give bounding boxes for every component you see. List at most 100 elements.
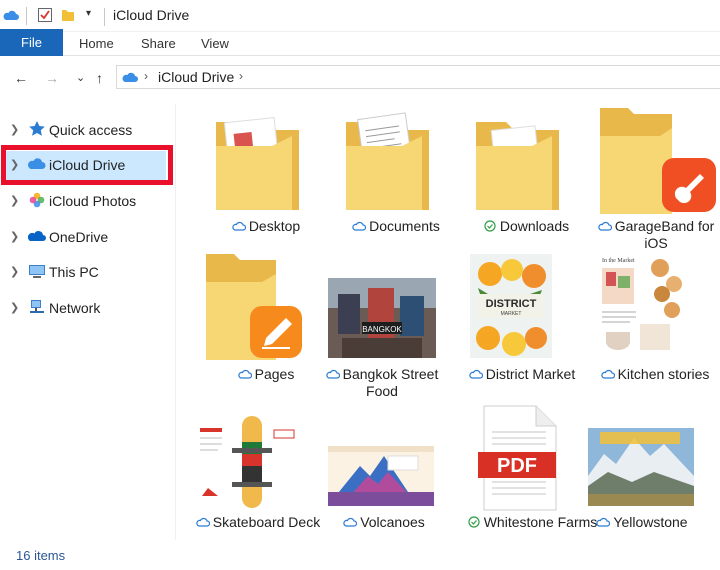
folder-icon: PDF	[476, 122, 559, 210]
cloud-status-icon	[600, 369, 615, 379]
cloud-status-icon	[237, 369, 252, 379]
file-item-bangkok-street-food[interactable]: BANGKOK Bangkok Street Food	[325, 254, 448, 404]
cloud-status-icon	[352, 221, 367, 231]
tab-share[interactable]: Share	[141, 36, 176, 51]
tab-view[interactable]: View	[201, 36, 229, 51]
photo-thumbnail: BANGKOK	[328, 278, 436, 358]
back-arrow-icon[interactable]: ←	[14, 70, 28, 86]
pages-app-icon	[250, 306, 302, 358]
sidebar-item-label: This PC	[49, 264, 99, 280]
folder-icon	[346, 112, 429, 210]
photos-icon	[29, 192, 45, 208]
expand-chevron-icon[interactable]: ❯	[10, 158, 19, 171]
sidebar-item-this-pc[interactable]: ❯ This PC	[0, 255, 176, 289]
ribbon: File Home Share View	[0, 29, 720, 56]
file-name: Volcanoes	[318, 514, 450, 531]
sidebar-item-network[interactable]: ❯ Network	[0, 291, 176, 325]
cloud-status-icon	[597, 221, 612, 231]
file-item-pages[interactable]: Pages	[206, 254, 326, 404]
breadcrumb-icloud-drive[interactable]: iCloud Drive	[158, 69, 234, 85]
folder-icon	[216, 117, 299, 210]
expand-chevron-icon[interactable]: ❯	[10, 123, 19, 136]
file-view: Desktop Documents PDF Downloads	[176, 100, 720, 540]
sidebar-item-onedrive[interactable]: ❯ OneDrive	[0, 220, 176, 254]
sidebar-item-label: OneDrive	[49, 229, 109, 245]
icloud-app-icon[interactable]	[2, 7, 20, 25]
cloud-status-icon	[343, 517, 358, 527]
file-name: Kitchen stories	[582, 366, 720, 383]
document-thumbnail: In the Market	[596, 254, 684, 358]
photo-thumbnail: DISTRICT MARKET	[470, 254, 552, 358]
file-name: Skateboard Deck	[192, 514, 324, 531]
synced-check-icon	[468, 516, 480, 528]
expand-chevron-icon[interactable]: ❯	[10, 230, 19, 243]
svg-text:DISTRICT: DISTRICT	[486, 298, 537, 310]
svg-text:In the Market: In the Market	[602, 258, 635, 264]
pdf-icon: PDF	[478, 405, 557, 511]
breadcrumb-chevron-icon-2[interactable]: ›	[239, 69, 243, 83]
file-item-skateboard-deck[interactable]: Skateboard Deck	[196, 402, 320, 552]
file-item-district-market[interactable]: DISTRICT MARKET District Market	[469, 254, 590, 404]
file-item-documents[interactable]: Documents	[336, 106, 456, 256]
cloud-status-icon	[469, 369, 483, 379]
file-name: Documents	[330, 218, 462, 235]
file-name: Bangkok Street Food	[316, 366, 448, 400]
network-icon	[30, 300, 44, 313]
file-item-downloads[interactable]: PDF Downloads	[466, 106, 586, 256]
document-thumbnail	[328, 446, 434, 506]
document-thumbnail	[198, 416, 298, 508]
item-count: 16 items	[16, 548, 66, 563]
title-separator	[26, 7, 27, 25]
file-name: Yellowstone	[576, 514, 708, 531]
photo-thumbnail	[588, 428, 694, 506]
file-name: GarageBand for iOS	[590, 218, 720, 252]
navigation-pane: ❯ Quick access ❯ iCloud Drive ❯ iCloud P…	[0, 104, 176, 540]
sidebar-item-label: iCloud Drive	[49, 157, 126, 173]
file-item-desktop[interactable]: Desktop	[206, 106, 326, 256]
title-separator-2	[104, 8, 105, 26]
file-item-volcanoes[interactable]: Volcanoes	[328, 402, 448, 552]
expand-chevron-icon[interactable]: ❯	[10, 301, 19, 314]
star-icon	[29, 121, 45, 136]
sidebar-item-icloud-drive[interactable]: ❯ iCloud Drive	[0, 148, 176, 182]
onedrive-cloud-icon	[28, 231, 46, 241]
file-item-yellowstone[interactable]: Yellowstone	[588, 402, 708, 552]
cloud-status-icon	[325, 369, 340, 379]
window-title: iCloud Drive	[113, 7, 190, 23]
expand-chevron-icon[interactable]: ❯	[10, 194, 19, 207]
breadcrumb-chevron-icon[interactable]: ›	[144, 69, 148, 83]
file-name: District Market	[452, 366, 592, 383]
file-item-whitestone-farms[interactable]: PDF Whitestone Farms	[466, 402, 597, 552]
svg-text:BANGKOK: BANGKOK	[362, 325, 402, 334]
forward-arrow-icon[interactable]: →	[45, 70, 59, 86]
file-name: Pages	[200, 366, 332, 383]
quick-access-toolbar-dropdown-icon[interactable]: ▾	[86, 8, 91, 19]
up-arrow-icon[interactable]: ↑	[96, 70, 103, 86]
sidebar-item-label: Network	[49, 300, 101, 316]
icloud-icon	[28, 158, 46, 169]
expand-chevron-icon[interactable]: ❯	[10, 265, 19, 278]
navigation-bar: ← → ⌄ ↑ › iCloud Drive ›	[0, 56, 720, 100]
status-bar: 16 items	[0, 540, 720, 570]
file-tab[interactable]: File	[0, 29, 63, 56]
synced-check-icon	[484, 220, 496, 232]
recent-locations-chevron-icon[interactable]: ⌄	[76, 71, 85, 84]
file-name: Desktop	[200, 218, 332, 235]
cloud-status-icon	[196, 517, 210, 527]
sidebar-item-icloud-photos[interactable]: ❯ iCloud Photos	[0, 184, 176, 218]
icloud-icon	[122, 72, 138, 82]
cloud-status-icon	[596, 517, 611, 527]
file-item-garageband[interactable]: GarageBand for iOS	[596, 106, 716, 256]
svg-text:PDF: PDF	[497, 455, 537, 477]
tab-home[interactable]: Home	[79, 36, 114, 51]
file-item-kitchen-stories[interactable]: In the Market Kitchen stories	[596, 254, 716, 404]
properties-icon[interactable]	[37, 7, 53, 23]
sidebar-item-label: Quick access	[49, 122, 133, 138]
sidebar-item-quick-access[interactable]: ❯ Quick access	[0, 113, 176, 147]
address-bar[interactable]: › iCloud Drive ›	[116, 65, 720, 89]
garageband-app-icon	[662, 158, 716, 212]
svg-text:MARKET: MARKET	[501, 311, 522, 317]
computer-icon	[29, 265, 45, 278]
cloud-status-icon	[232, 221, 246, 231]
new-folder-icon[interactable]	[61, 7, 75, 23]
